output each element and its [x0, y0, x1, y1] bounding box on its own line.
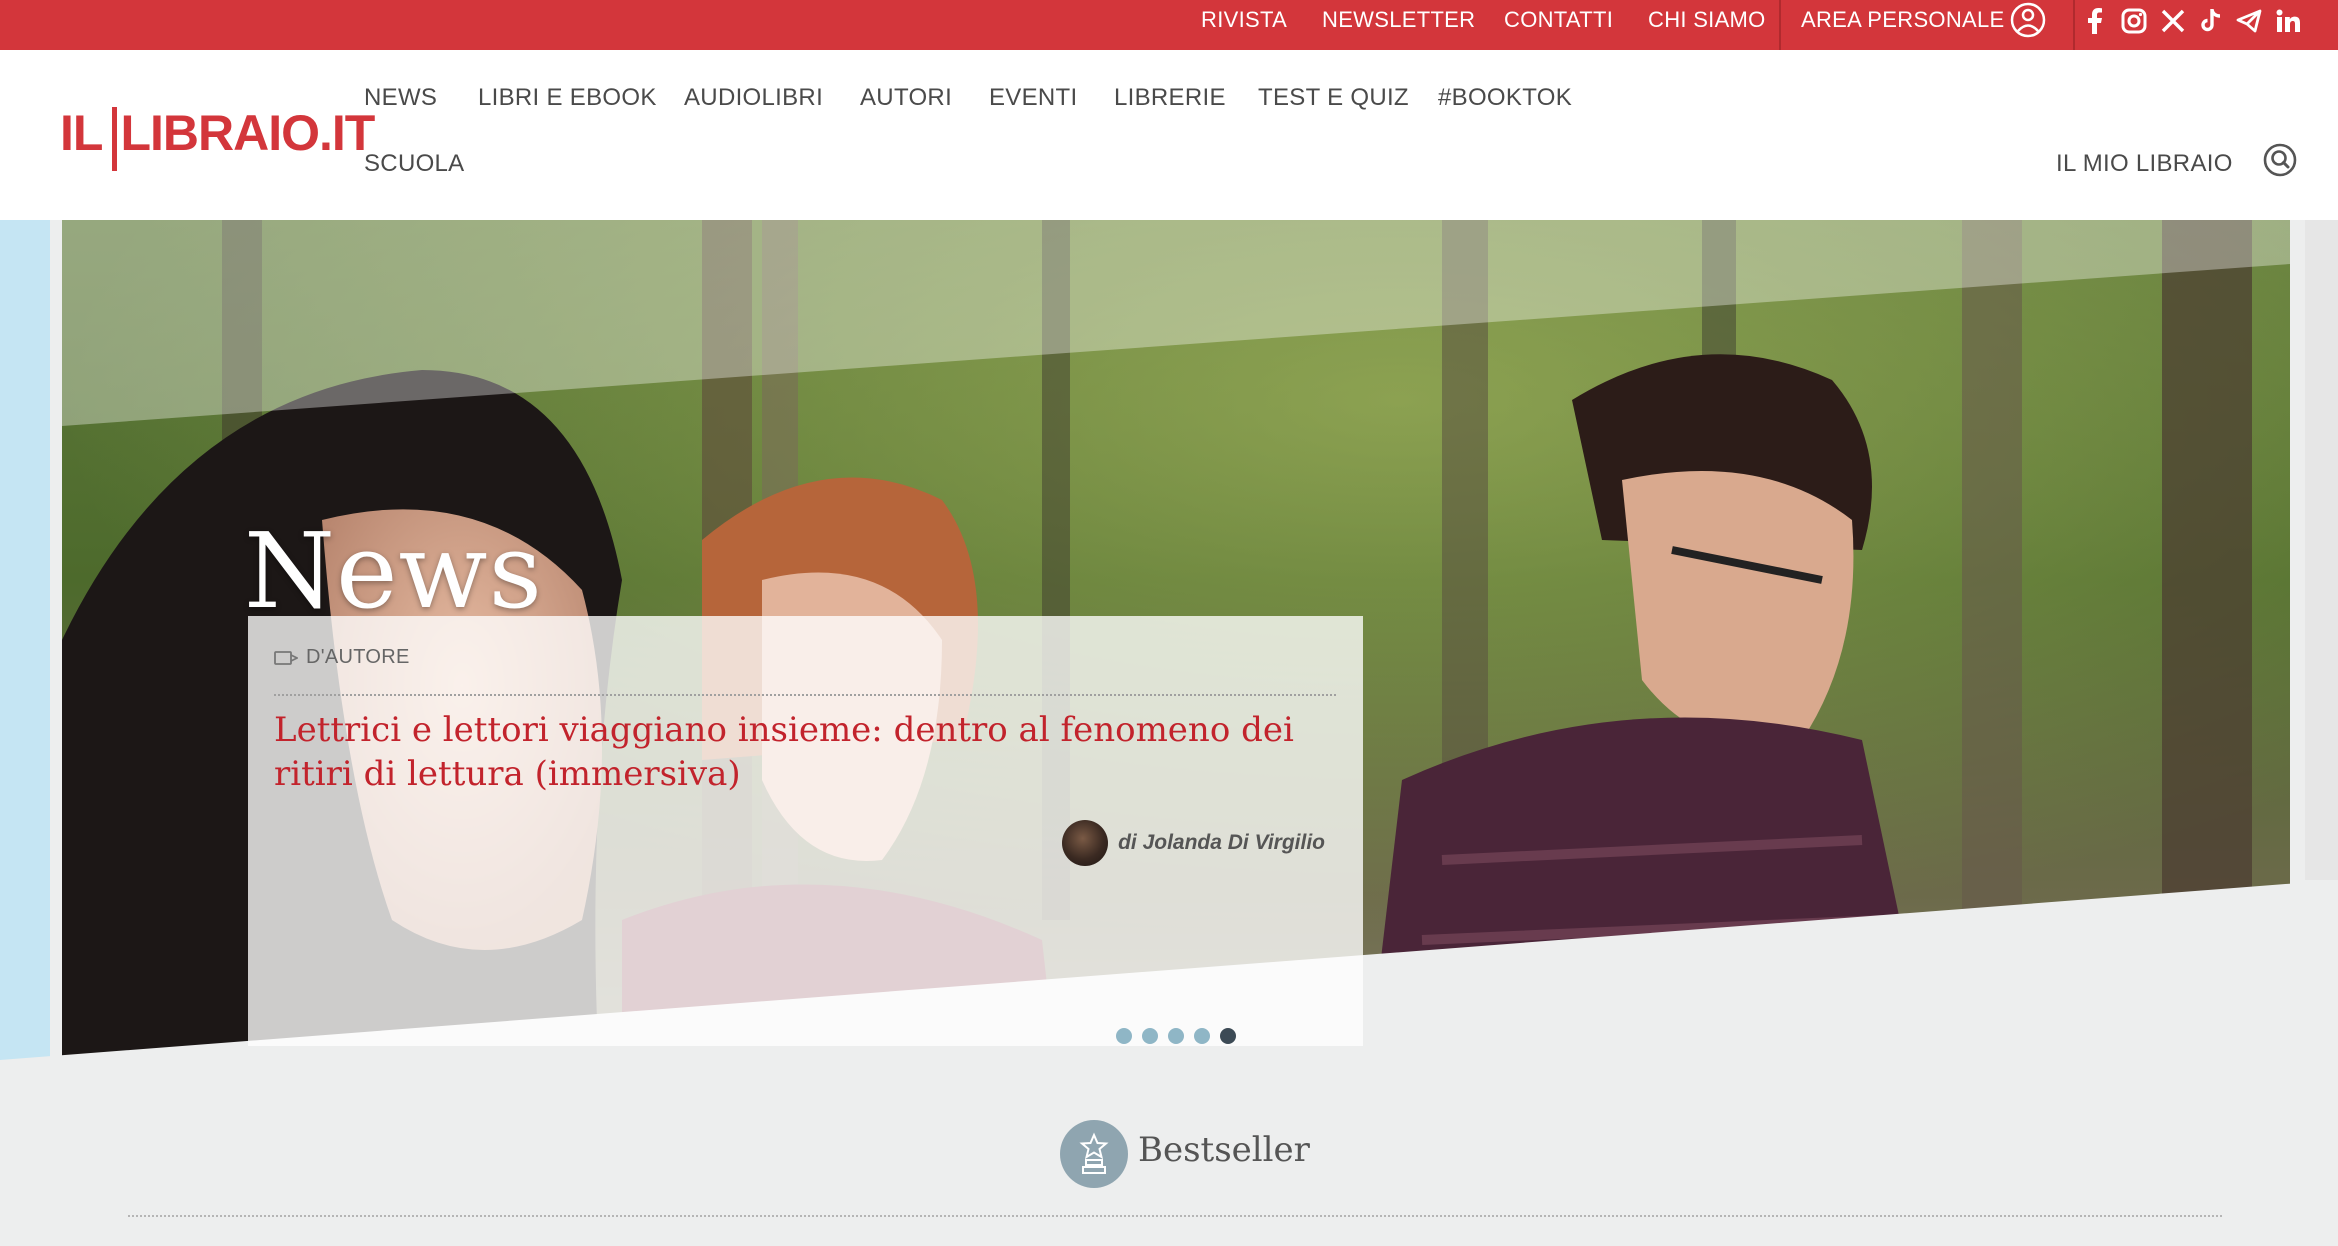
- site-logo[interactable]: IL LIBRAIO.IT: [60, 98, 375, 171]
- nav-news[interactable]: NEWS: [364, 84, 437, 112]
- bestseller-title: Bestseller: [1138, 1130, 1310, 1170]
- top-link-contatti[interactable]: CONTATTI: [1504, 0, 1613, 50]
- article-author[interactable]: di Jolanda Di Virgilio: [1062, 820, 1325, 866]
- author-avatar: [1062, 820, 1109, 866]
- linkedin-icon[interactable]: [2273, 6, 2303, 36]
- article-category-label: D'AUTORE: [306, 646, 410, 668]
- author-name: di Jolanda Di Virgilio: [1118, 831, 1325, 854]
- nav-autori[interactable]: AUTORI: [860, 84, 952, 112]
- top-link-newsletter[interactable]: NEWSLETTER: [1322, 0, 1475, 50]
- article-headline[interactable]: Lettrici e lettori viaggiano insieme: de…: [274, 708, 1334, 796]
- top-bar: RIVISTA NEWSLETTER CONTATTI CHI SIAMO AR…: [0, 0, 2338, 50]
- x-icon[interactable]: [2158, 6, 2188, 36]
- tiktok-icon[interactable]: [2196, 6, 2226, 36]
- telegram-icon[interactable]: [2234, 6, 2264, 36]
- site-header: IL LIBRAIO.IT NEWS LIBRI E EBOOK AUDIOLI…: [0, 50, 2338, 220]
- top-link-rivista[interactable]: RIVISTA: [1201, 0, 1287, 50]
- nav-eventi[interactable]: EVENTI: [989, 84, 1077, 112]
- slider-dot-2[interactable]: [1142, 1028, 1158, 1044]
- slider-dot-1[interactable]: [1116, 1028, 1132, 1044]
- slider-dot-3[interactable]: [1168, 1028, 1184, 1044]
- slider-pagination: [1116, 1028, 1236, 1044]
- top-bar-separator: [1779, 0, 1781, 50]
- user-account-icon[interactable]: [2008, 0, 2048, 40]
- bestseller-divider: [128, 1215, 2222, 1217]
- bestseller-section: Bestseller: [0, 1100, 2338, 1246]
- nav-il-mio-libraio[interactable]: IL MIO LIBRAIO: [2056, 150, 2233, 178]
- logo-libraio: LIBRAIO.IT: [120, 105, 375, 161]
- nav-audiolibri[interactable]: AUDIOLIBRI: [684, 84, 823, 112]
- instagram-icon[interactable]: [2119, 6, 2149, 36]
- top-bar-separator: [2073, 0, 2075, 50]
- logo-bar: [112, 107, 118, 171]
- top-link-area-personale[interactable]: AREA PERSONALE: [1801, 0, 2005, 50]
- nav-booktok[interactable]: #BOOKTOK: [1438, 84, 1572, 112]
- nav-scuola[interactable]: SCUOLA: [364, 150, 465, 178]
- card-divider: [274, 694, 1336, 696]
- trophy-icon: [1060, 1120, 1128, 1188]
- search-icon[interactable]: [2262, 142, 2300, 180]
- nav-libri-e-ebook[interactable]: LIBRI E EBOOK: [478, 84, 657, 112]
- section-title: News: [244, 510, 543, 632]
- hero-slider: News D'AUTORE Lettrici e lettori viaggia…: [0, 220, 2338, 1100]
- facebook-icon[interactable]: [2080, 6, 2110, 36]
- article-category[interactable]: D'AUTORE: [274, 646, 410, 669]
- nav-test-e-quiz[interactable]: TEST E QUIZ: [1258, 84, 1409, 112]
- logo-il: IL: [60, 105, 103, 161]
- top-link-chi-siamo[interactable]: CHI SIAMO: [1648, 0, 1766, 50]
- nav-librerie[interactable]: LIBRERIE: [1114, 84, 1226, 112]
- article-card[interactable]: D'AUTORE Lettrici e lettori viaggiano in…: [248, 616, 1363, 1046]
- slider-dot-4[interactable]: [1194, 1028, 1210, 1044]
- slider-dot-5[interactable]: [1220, 1028, 1236, 1044]
- tag-icon: [274, 650, 298, 665]
